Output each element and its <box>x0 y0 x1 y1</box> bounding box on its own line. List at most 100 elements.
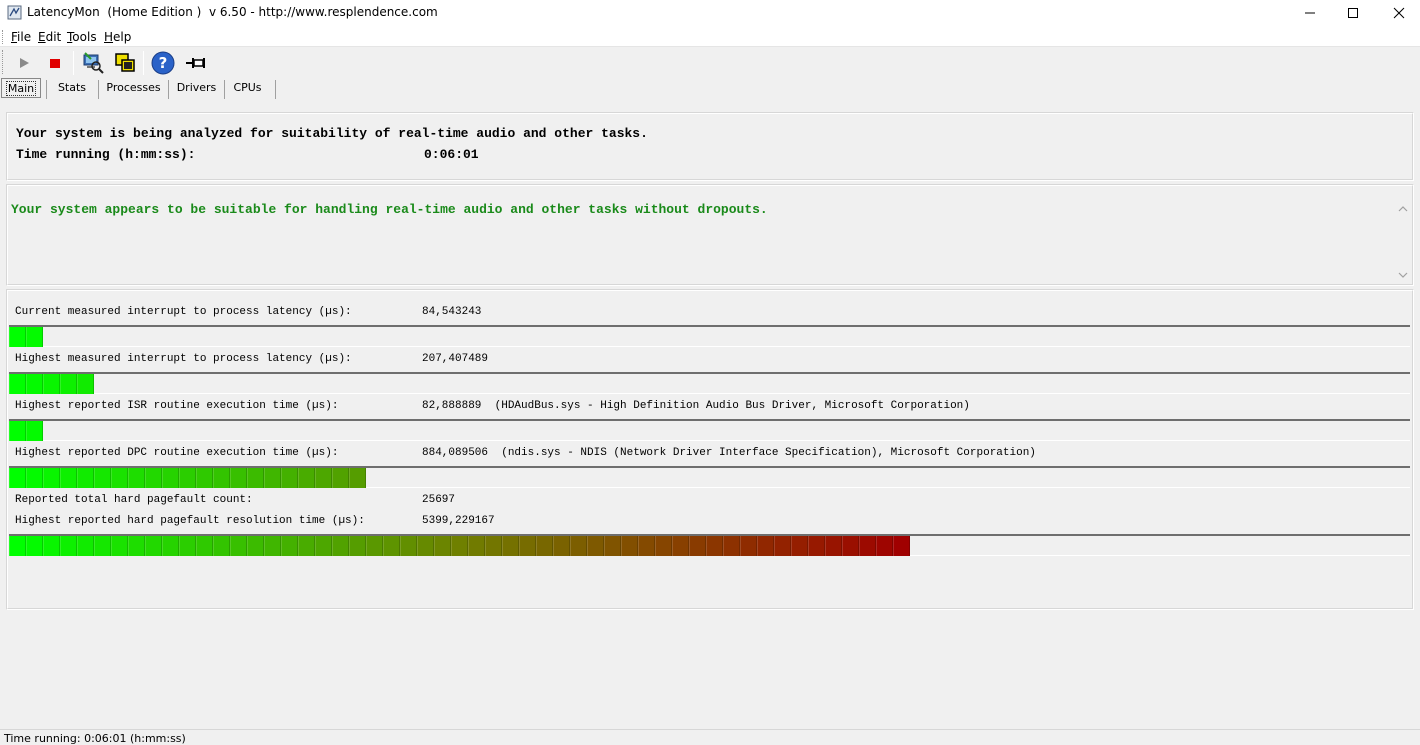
time-running-value: 0:06:01 <box>424 147 479 162</box>
status-text: Time running: 0:06:01 (h:mm:ss) <box>4 732 186 745</box>
meter-segment <box>621 536 638 556</box>
pagefault-count-value: 25697 <box>422 494 456 506</box>
meter-segment <box>876 536 893 556</box>
meter-segment <box>128 536 145 556</box>
meter-segment <box>502 536 519 556</box>
meter-segment <box>281 468 298 488</box>
meter-segment <box>825 536 842 556</box>
meter-segment <box>77 468 94 488</box>
isr-value: 82,888889 (HDAudBus.sys - High Definitio… <box>422 400 970 412</box>
toolbar-grip <box>2 50 4 74</box>
meter-segment <box>791 536 808 556</box>
maximize-icon <box>1348 8 1358 18</box>
meter-segment <box>281 536 298 556</box>
highest-latency-label: Highest measured interrupt to process la… <box>15 353 352 365</box>
current-latency-value: 84,543243 <box>422 306 482 318</box>
meter-segment <box>859 536 876 556</box>
meter-segment <box>332 536 349 556</box>
meter-segment <box>26 421 43 441</box>
pagefault-count-label: Reported total hard pagefault count: <box>15 494 253 506</box>
menu-help[interactable]: Help <box>104 30 131 44</box>
meter-segment <box>451 536 468 556</box>
pagefault-time-meter <box>9 534 1410 556</box>
meter-segment <box>264 468 281 488</box>
meter-segment <box>332 468 349 488</box>
help-button[interactable]: ? <box>151 51 175 75</box>
stop-button[interactable] <box>43 51 67 75</box>
verdict-text: Your system appears to be suitable for h… <box>11 202 768 217</box>
help-icon: ? <box>151 51 175 75</box>
toolbar-separator <box>143 51 144 75</box>
meter-segment <box>723 536 740 556</box>
meter-segment <box>213 468 230 488</box>
meter-segment <box>43 536 60 556</box>
scroll-up-icon[interactable] <box>1395 203 1411 215</box>
tab-processes[interactable]: Processes <box>99 78 168 99</box>
window-title: LatencyMon (Home Edition ) v 6.50 - http… <box>27 5 438 19</box>
isr-meter <box>9 419 1410 441</box>
meter-segment <box>604 536 621 556</box>
meter-segment <box>468 536 485 556</box>
meter-segment <box>60 536 77 556</box>
meter-segment <box>94 536 111 556</box>
meter-segment <box>26 468 43 488</box>
app-icon <box>7 5 22 20</box>
time-running-label: Time running (h:mm:ss): <box>16 147 196 162</box>
meter-segment <box>247 468 264 488</box>
meter-segment <box>298 536 315 556</box>
tab-cpus[interactable]: CPUs <box>225 78 270 99</box>
meter-segment <box>536 536 553 556</box>
dpc-value: 884,089506 (ndis.sys - NDIS (Network Dri… <box>422 447 1036 459</box>
meter-segment <box>145 536 162 556</box>
meter-segment <box>26 374 43 394</box>
highest-latency-meter <box>9 372 1410 394</box>
current-latency-label: Current measured interrupt to process la… <box>15 306 352 318</box>
meter-segment <box>808 536 825 556</box>
meter-segment <box>43 374 60 394</box>
meter-segment <box>655 536 672 556</box>
analysis-panel: Your system is being analyzed for suitab… <box>6 112 1414 181</box>
meter-segment <box>349 536 366 556</box>
minimize-button[interactable] <box>1287 0 1333 26</box>
meter-segment <box>400 536 417 556</box>
current-latency-meter <box>9 325 1410 347</box>
meter-segment <box>179 536 196 556</box>
pagefault-time-value: 5399,229167 <box>422 515 495 527</box>
meter-segment <box>774 536 791 556</box>
meter-segment <box>196 536 213 556</box>
close-button[interactable] <box>1376 0 1420 26</box>
stop-icon <box>50 59 60 68</box>
meter-segment <box>519 536 536 556</box>
meter-segment <box>94 468 111 488</box>
highest-latency-value: 207,407489 <box>422 353 489 365</box>
tab-main[interactable]: Main <box>1 78 41 98</box>
meter-segment <box>162 468 179 488</box>
meter-segment <box>706 536 723 556</box>
windows-overlap-icon <box>115 53 135 72</box>
tab-drivers[interactable]: Drivers <box>169 78 224 99</box>
menu-bar: File Edit Tools Help <box>0 26 1420 47</box>
pin-button[interactable] <box>184 51 208 75</box>
pagefault-time-label: Highest reported hard pagefault resoluti… <box>15 515 365 527</box>
analysis-text: Your system is being analyzed for suitab… <box>16 126 648 141</box>
system-info-button[interactable] <box>81 51 105 75</box>
menu-grip <box>2 30 4 44</box>
menu-file[interactable]: File <box>11 30 31 44</box>
meter-segment <box>77 374 94 394</box>
dpc-label: Highest reported DPC routine execution t… <box>15 447 339 459</box>
title-bar: LatencyMon (Home Edition ) v 6.50 - http… <box>0 0 1420 26</box>
meter-segment <box>9 536 26 556</box>
menu-tools[interactable]: Tools <box>67 30 97 44</box>
start-button[interactable] <box>12 51 36 75</box>
meter-segment <box>26 536 43 556</box>
menu-edit[interactable]: Edit <box>38 30 61 44</box>
meter-segment <box>689 536 706 556</box>
maximize-button[interactable] <box>1330 0 1376 26</box>
meter-segment <box>179 468 196 488</box>
windows-button[interactable] <box>113 51 137 75</box>
tab-stats[interactable]: Stats <box>47 78 97 99</box>
pin-icon <box>186 58 205 68</box>
scroll-down-icon[interactable] <box>1395 269 1411 281</box>
verdict-scrollbar[interactable] <box>1395 201 1411 283</box>
meter-segment <box>434 536 451 556</box>
